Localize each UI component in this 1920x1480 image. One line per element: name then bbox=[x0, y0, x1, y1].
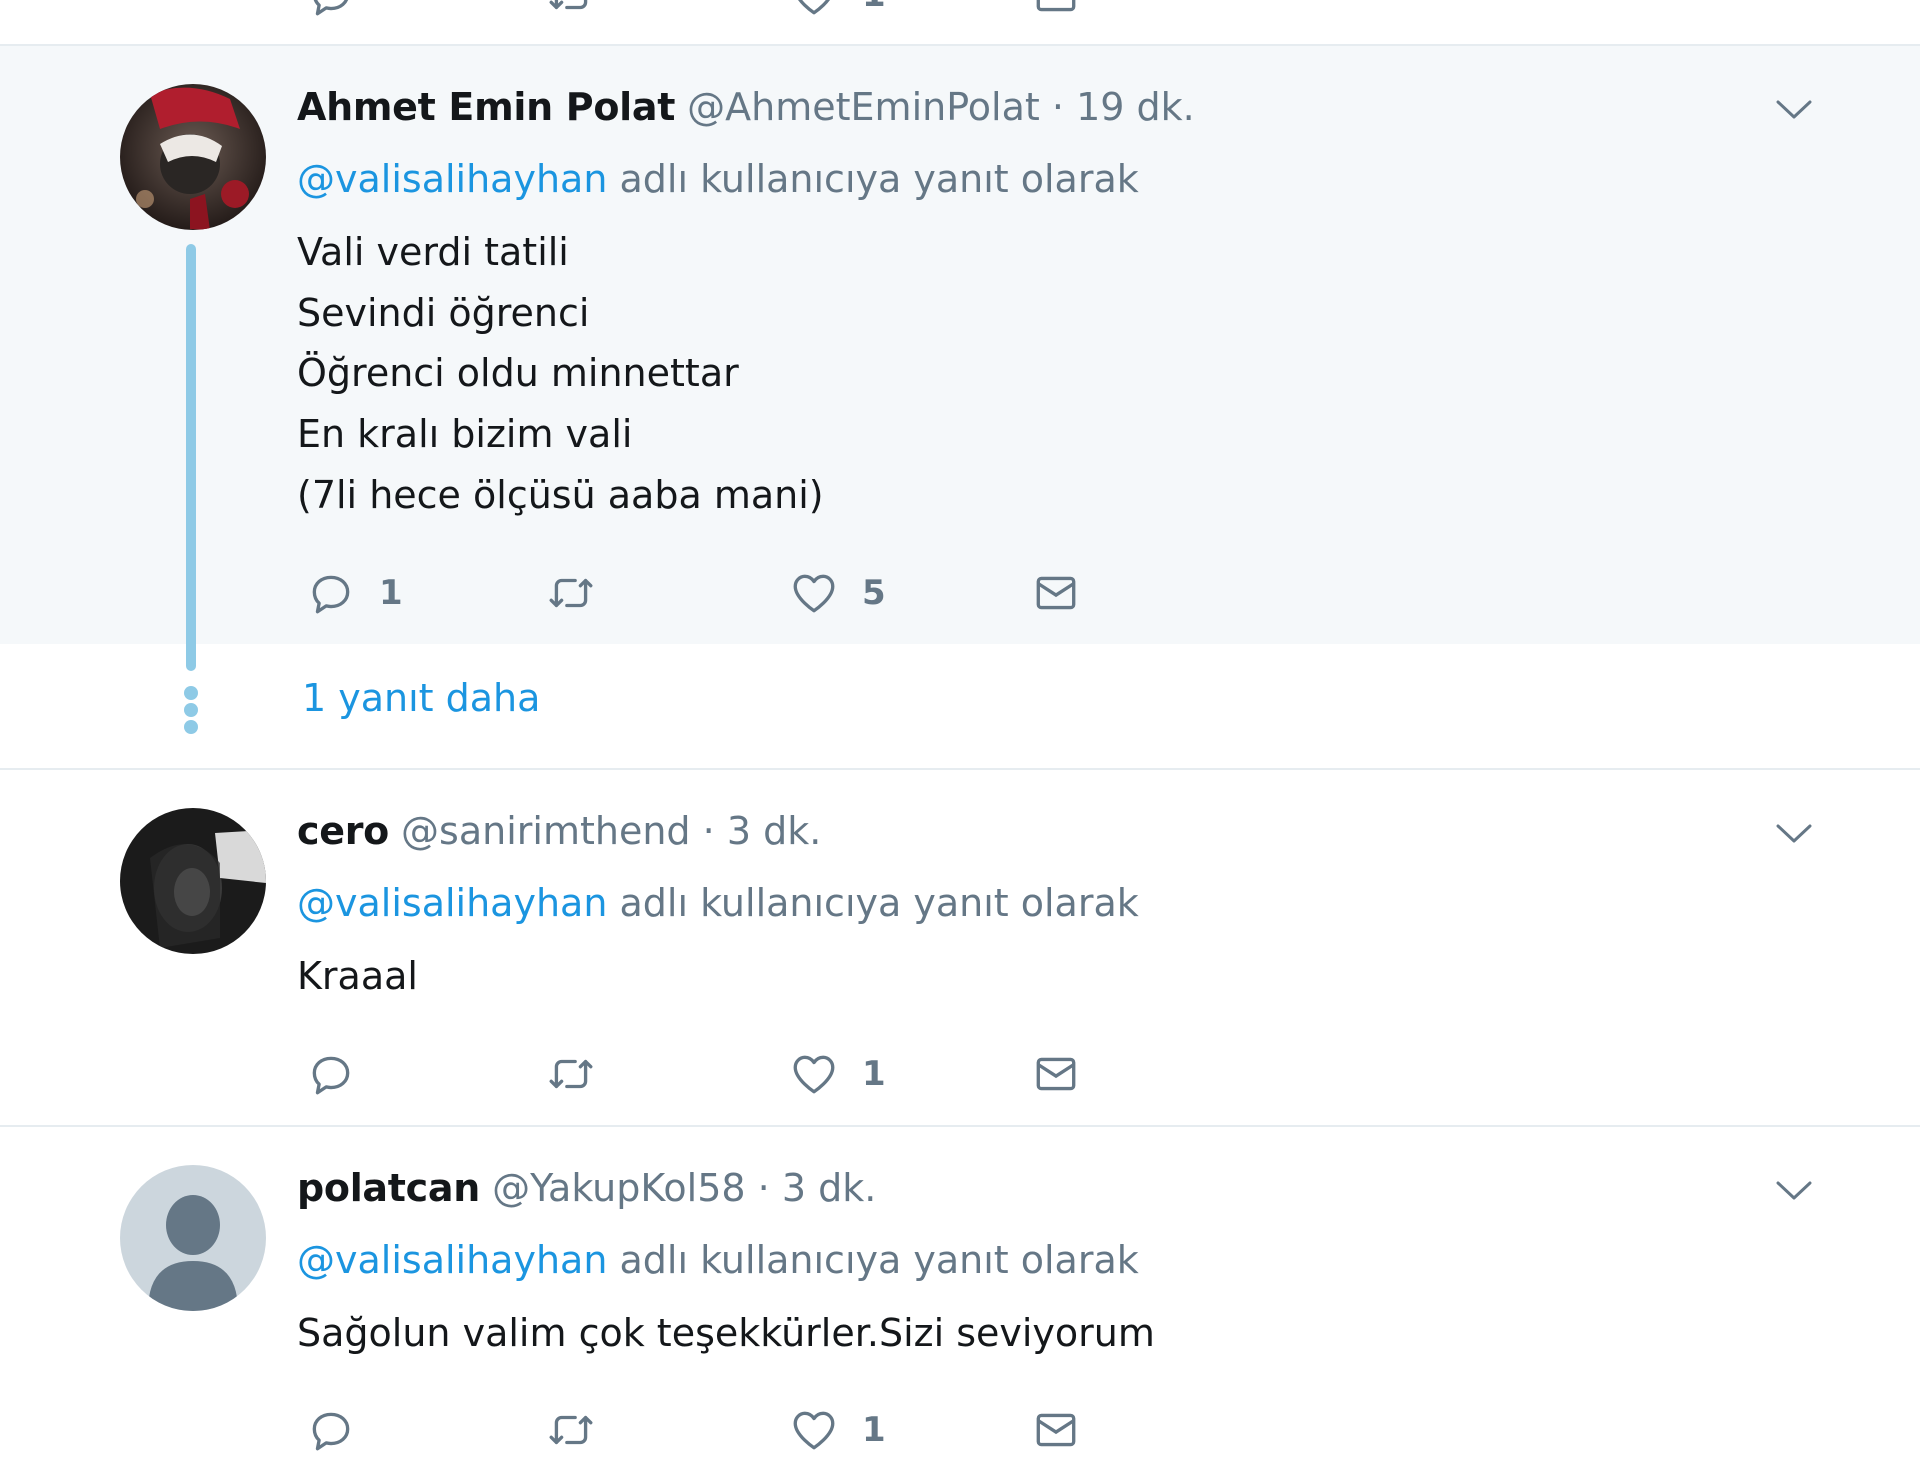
username[interactable]: @YakupKol58 bbox=[492, 1166, 746, 1210]
heart-icon bbox=[793, 574, 835, 613]
reply-suffix: adlı kullanıcıya yanıt olarak bbox=[607, 1238, 1139, 1282]
retweet-icon bbox=[549, 1415, 593, 1445]
retweet-button[interactable] bbox=[545, 1049, 597, 1099]
retweet-button[interactable] bbox=[545, 0, 597, 20]
reply-mention-link[interactable]: @valisalihayhan bbox=[297, 881, 607, 925]
timestamp[interactable]: 3 dk. bbox=[727, 809, 821, 853]
tweet-text-line: En kralı bizim vali bbox=[297, 412, 633, 456]
display-name[interactable]: Ahmet Emin Polat bbox=[297, 85, 675, 129]
tweet-text-line: Kraaal bbox=[297, 954, 418, 998]
heart-icon bbox=[793, 1055, 835, 1094]
envelope-icon bbox=[1036, 1413, 1076, 1447]
avatar[interactable] bbox=[120, 84, 266, 230]
separator: · bbox=[1051, 85, 1064, 129]
like-button[interactable]: 1 bbox=[788, 0, 886, 20]
like-button[interactable]: 1 bbox=[788, 1049, 886, 1099]
retweet-icon bbox=[549, 1059, 593, 1089]
replying-to: @valisalihayhan adlı kullanıcıya yanıt o… bbox=[297, 1237, 1139, 1283]
like-button[interactable]: 1 bbox=[788, 1405, 886, 1455]
like-count: 5 bbox=[862, 573, 886, 613]
dm-button[interactable] bbox=[1030, 568, 1082, 618]
thread-dot bbox=[184, 720, 198, 734]
reply-count: 1 bbox=[379, 573, 403, 613]
reply-button[interactable]: 1 bbox=[305, 568, 403, 618]
dm-button[interactable] bbox=[1030, 1405, 1082, 1455]
username[interactable]: @sanirimthend bbox=[401, 809, 691, 853]
reply-button[interactable] bbox=[305, 0, 357, 20]
reply-button[interactable] bbox=[305, 1405, 357, 1455]
envelope-icon bbox=[1036, 576, 1076, 610]
separator: · bbox=[757, 1166, 770, 1210]
replying-to: @valisalihayhan adlı kullanıcıya yanıt o… bbox=[297, 880, 1139, 926]
partial-tweet-actions: 1 bbox=[0, 0, 1920, 16]
like-count: 1 bbox=[862, 0, 886, 15]
display-name[interactable]: polatcan bbox=[297, 1166, 480, 1210]
separator: · bbox=[702, 809, 715, 853]
display-name[interactable]: cero bbox=[297, 809, 389, 853]
reply-icon bbox=[312, 575, 350, 614]
tweet-header: polatcan @YakupKol58 · 3 dk. bbox=[297, 1165, 876, 1211]
tweet-text-line: Öğrenci oldu minnettar bbox=[297, 351, 739, 395]
reply-suffix: adlı kullanıcıya yanıt olarak bbox=[607, 881, 1139, 925]
replying-to: @valisalihayhan adlı kullanıcıya yanıt o… bbox=[297, 156, 1139, 202]
avatar[interactable] bbox=[120, 1165, 266, 1311]
tweet-text-line: (7li hece ölçüsü aaba mani) bbox=[297, 473, 824, 517]
retweet-button[interactable] bbox=[545, 568, 597, 618]
retweet-icon bbox=[549, 578, 593, 608]
chevron-down-icon[interactable] bbox=[1774, 821, 1814, 847]
heart-icon bbox=[798, 0, 830, 15]
like-count: 1 bbox=[862, 1054, 886, 1094]
reply-icon bbox=[313, 0, 349, 16]
reply-mention-link[interactable]: @valisalihayhan bbox=[297, 1238, 607, 1282]
dm-button[interactable] bbox=[1030, 0, 1082, 20]
tweet-text-line: Sağolun valim çok teşekkürler.Sizi seviy… bbox=[297, 1311, 1155, 1355]
tweet-ahmet-emin-polat[interactable] bbox=[0, 46, 1920, 644]
divider bbox=[0, 768, 1920, 770]
reply-suffix: adlı kullanıcıya yanıt olarak bbox=[607, 157, 1139, 201]
divider bbox=[0, 1125, 1920, 1127]
timestamp[interactable]: 19 dk. bbox=[1076, 85, 1195, 129]
reply-button[interactable] bbox=[305, 1049, 357, 1099]
dm-button[interactable] bbox=[1030, 1049, 1082, 1099]
reply-icon bbox=[312, 1056, 350, 1095]
envelope-icon bbox=[1036, 1057, 1076, 1091]
chevron-down-icon[interactable] bbox=[1774, 97, 1814, 123]
chevron-down-icon[interactable] bbox=[1774, 1178, 1814, 1204]
reply-mention-link[interactable]: @valisalihayhan bbox=[297, 157, 607, 201]
tweet-header: Ahmet Emin Polat @AhmetEminPolat · 19 dk… bbox=[297, 84, 1195, 130]
thread-dot bbox=[184, 686, 198, 700]
like-button[interactable]: 5 bbox=[788, 568, 886, 618]
thread-dot bbox=[184, 703, 198, 717]
tweet-header: cero @sanirimthend · 3 dk. bbox=[297, 808, 821, 854]
username[interactable]: @AhmetEminPolat bbox=[687, 85, 1040, 129]
avatar[interactable] bbox=[120, 808, 266, 954]
like-count: 1 bbox=[862, 1410, 886, 1450]
envelope-icon bbox=[1036, 0, 1076, 12]
show-more-replies-link[interactable]: 1 yanıt daha bbox=[302, 675, 540, 721]
thread-line bbox=[186, 244, 196, 671]
tweet-text-line: Sevindi öğrenci bbox=[297, 291, 590, 335]
reply-icon bbox=[312, 1412, 350, 1451]
tweet-text-line: Vali verdi tatili bbox=[297, 230, 569, 274]
retweet-icon bbox=[549, 0, 588, 10]
timestamp[interactable]: 3 dk. bbox=[782, 1166, 876, 1210]
heart-icon bbox=[793, 1411, 835, 1450]
retweet-button[interactable] bbox=[545, 1405, 597, 1455]
